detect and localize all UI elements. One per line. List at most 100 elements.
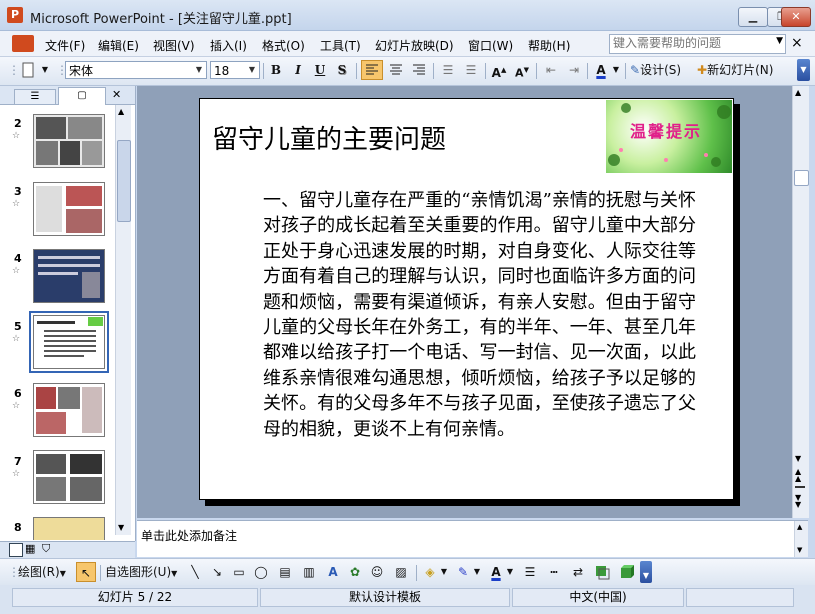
chevron-down-icon[interactable]: ▼ [40,60,50,80]
bullets-icon[interactable]: ☰ [460,60,482,80]
italic-button[interactable]: I [288,60,308,80]
menu-format[interactable]: 格式(O) [262,37,305,54]
next-slide-icon[interactable]: ▼ ▼ [795,494,801,509]
diagram-icon[interactable]: ✿ [346,562,364,582]
outline-tab-icon[interactable]: ☰ [14,89,56,104]
toolbar-options-icon[interactable]: ▼ [797,59,810,81]
slide-thumbnail[interactable] [33,114,105,168]
normal-view-icon[interactable] [9,543,23,557]
document-icon[interactable] [12,35,34,52]
menu-slideshow[interactable]: 幻灯片放映(D) [375,37,454,54]
menu-window[interactable]: 窗口(W) [468,37,513,54]
textbox-icon[interactable]: ▤ [276,562,294,582]
align-center-button[interactable] [385,60,407,80]
chevron-down-icon[interactable]: ▼ [473,562,481,582]
increase-indent-icon[interactable]: ⇥ [563,60,585,80]
menu-tools[interactable]: 工具(T) [320,37,361,54]
font-color-icon[interactable]: A [487,562,505,582]
scroll-up-icon[interactable]: ▲ [795,88,801,97]
slide-sorter-icon[interactable]: ▦ [25,542,35,555]
toolbar-grip-icon[interactable]: ⋮ [8,60,20,80]
close-panel-icon[interactable]: ✕ [112,88,121,101]
line-icon[interactable]: ╲ [186,562,204,582]
select-browse-object-icon[interactable] [795,486,805,488]
chevron-down-icon[interactable]: ▼ [776,36,783,46]
slide-banner-image[interactable]: 温馨提示 [606,100,732,173]
draw-menu-button[interactable]: 绘图(R)▼ [18,562,70,582]
slide[interactable]: 留守儿童的主要问题 温馨提示 一、留守儿童存在严重的“亲情饥渴”亲情的抚慰与关怀… [199,98,734,500]
help-search-box[interactable]: ▼ [609,34,786,54]
help-search-input[interactable] [610,35,776,51]
scroll-up-icon[interactable]: ▲ [118,107,124,116]
minimize-button[interactable]: ▁ [738,7,768,27]
menu-insert[interactable]: 插入(I) [210,37,247,54]
chevron-down-icon[interactable]: ▼ [193,63,205,77]
font-name-combo[interactable]: 宋体 ▼ [65,61,207,79]
slide-body-text[interactable]: 一、留守儿童存在严重的“亲情饥渴”亲情的抚慰与关怀对孩子的成长起着至关重要的作用… [263,188,696,442]
slide-thumbnail-selected[interactable] [29,311,109,373]
align-left-button[interactable] [361,60,383,80]
menu-file[interactable]: 文件(F) [45,37,85,54]
panel-scrollbar[interactable]: ▲ ▼ [115,105,131,535]
menu-edit[interactable]: 编辑(E) [98,37,139,54]
arrow-style-icon[interactable]: ⇄ [568,562,588,582]
close-window-button[interactable]: ✕ [781,7,811,27]
fill-color-icon[interactable]: ◈ [421,562,439,582]
scroll-thumb[interactable] [117,140,131,222]
new-slide-button[interactable]: ✚新幻灯片(N) [697,60,793,80]
slide-thumbnail[interactable] [33,450,105,504]
numbering-icon[interactable]: ☰ [437,60,459,80]
chevron-down-icon[interactable]: ▼ [246,63,258,77]
picture-icon[interactable]: ▨ [392,562,410,582]
select-pointer-icon[interactable]: ↖ [76,562,96,582]
decrease-font-icon[interactable]: A▼ [511,60,533,80]
slide-scrollbar[interactable]: ▲ ▼ ▲ ▲ ▼ ▼ [792,86,809,518]
vertical-textbox-icon[interactable]: ▥ [300,562,318,582]
new-document-icon[interactable] [18,60,38,80]
toolbar-options-icon[interactable]: ▼ [640,561,652,583]
oval-icon[interactable]: ◯ [252,562,270,582]
slides-tab-icon[interactable]: ▢ [58,87,106,105]
toolbar-grip-icon[interactable]: ⋮ [8,562,20,582]
scroll-down-icon[interactable]: ▼ [795,454,801,463]
slide-thumbnail[interactable] [33,383,105,437]
line-style-icon[interactable]: ☰ [520,562,540,582]
arrow-icon[interactable]: ↘ [208,562,226,582]
scroll-thumb[interactable] [794,170,809,186]
rectangle-icon[interactable]: ▭ [230,562,248,582]
chevron-down-icon[interactable]: ▼ [611,60,621,80]
shadow-button[interactable]: S [332,60,352,80]
slide-title[interactable]: 留守儿童的主要问题 [212,119,446,156]
shadow-style-icon[interactable] [592,562,612,582]
slide-thumbnail[interactable] [33,517,105,540]
font-color-icon[interactable]: A [591,60,611,80]
wordart-icon[interactable]: A [324,562,342,582]
clipart-icon[interactable]: ☺ [368,562,386,582]
slide-thumbnail[interactable] [33,182,105,236]
autoshapes-button[interactable]: 自选图形(U)▼ [105,562,181,582]
scroll-up-icon[interactable]: ▲ [797,523,802,531]
notes-scrollbar[interactable]: ▲ ▼ [794,521,808,557]
close-document-button[interactable]: × [791,35,803,51]
scroll-down-icon[interactable]: ▼ [118,523,124,532]
chevron-down-icon[interactable]: ▼ [506,562,514,582]
design-template-status[interactable]: 默认设计模板 [260,588,510,607]
bold-button[interactable]: B [266,60,286,80]
3d-style-icon[interactable] [616,562,636,582]
increase-font-icon[interactable]: A▲ [488,60,510,80]
chevron-down-icon[interactable]: ▼ [440,562,448,582]
toolbar-grip-icon[interactable]: ⋮ [56,60,68,80]
slide-thumbnail[interactable] [33,249,105,303]
decrease-indent-icon[interactable]: ⇤ [540,60,562,80]
dash-style-icon[interactable]: ┅ [544,562,564,582]
underline-button[interactable]: U [310,60,330,80]
slide-show-icon[interactable]: ⛉ [42,542,50,556]
menu-help[interactable]: 帮助(H) [528,37,570,54]
powerpoint-icon[interactable]: P [7,7,23,23]
design-button[interactable]: ✎设计(S) [630,60,694,80]
align-right-button[interactable] [408,60,430,80]
notes-pane[interactable]: 单击此处添加备注 ▲ ▼ [137,520,808,557]
line-color-icon[interactable]: ✎ [454,562,472,582]
menu-view[interactable]: 视图(V) [153,37,195,54]
previous-slide-icon[interactable]: ▲ ▲ [795,468,801,483]
